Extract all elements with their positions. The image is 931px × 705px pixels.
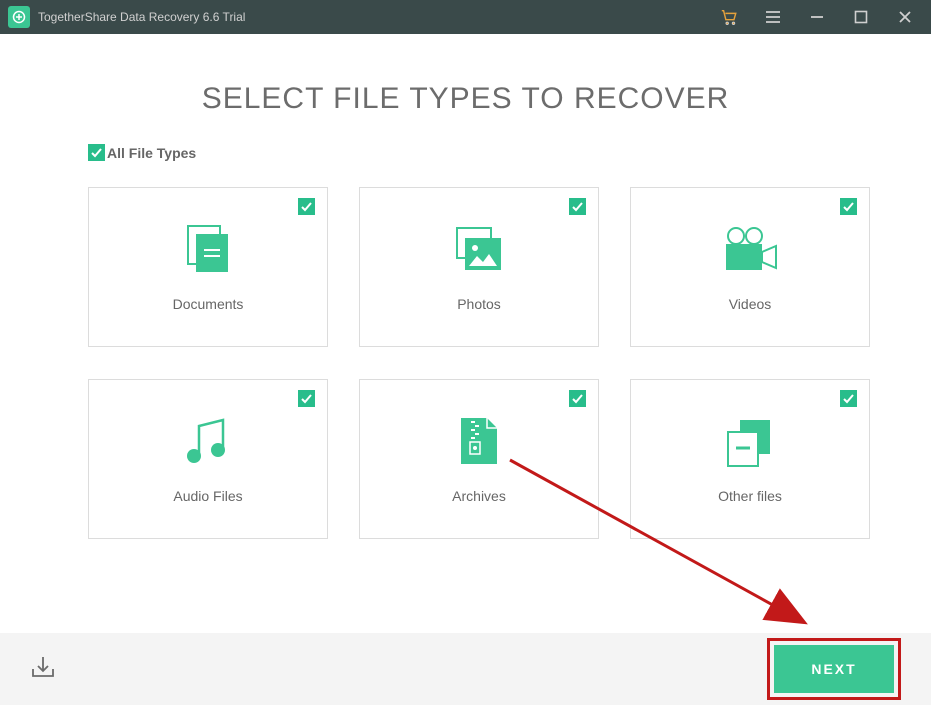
checkbox-icon <box>840 198 857 215</box>
tile-videos[interactable]: Videos <box>630 187 870 347</box>
tile-other[interactable]: Other files <box>630 379 870 539</box>
all-file-types-label: All File Types <box>107 145 196 161</box>
checkbox-icon <box>298 198 315 215</box>
tile-label: Photos <box>457 296 501 312</box>
audio-icon <box>176 414 240 470</box>
tile-archives[interactable]: Archives <box>359 379 599 539</box>
close-button[interactable] <box>883 0 927 34</box>
file-type-grid: Documents Photos Videos <box>88 187 931 539</box>
annotation-highlight: NEXT <box>767 638 901 700</box>
footer-bar: NEXT <box>0 633 931 705</box>
cart-button[interactable] <box>707 0 751 34</box>
checkbox-icon <box>298 390 315 407</box>
all-file-types-toggle[interactable]: All File Types <box>88 144 931 161</box>
photos-icon <box>447 222 511 278</box>
tile-label: Other files <box>718 488 782 504</box>
videos-icon <box>718 222 782 278</box>
app-logo-icon <box>8 6 30 28</box>
next-button-label: NEXT <box>811 661 856 677</box>
titlebar: TogetherShare Data Recovery 6.6 Trial <box>0 0 931 34</box>
checkbox-icon <box>569 390 586 407</box>
maximize-button[interactable] <box>839 0 883 34</box>
documents-icon <box>176 222 240 278</box>
menu-button[interactable] <box>751 0 795 34</box>
tile-audio[interactable]: Audio Files <box>88 379 328 539</box>
tile-documents[interactable]: Documents <box>88 187 328 347</box>
checkbox-icon <box>88 144 105 161</box>
import-button[interactable] <box>30 654 56 685</box>
tile-label: Archives <box>452 488 506 504</box>
next-button[interactable]: NEXT <box>774 645 894 693</box>
tile-label: Videos <box>729 296 772 312</box>
tile-label: Documents <box>173 296 244 312</box>
checkbox-icon <box>569 198 586 215</box>
window-title: TogetherShare Data Recovery 6.6 Trial <box>38 10 245 24</box>
archives-icon <box>447 414 511 470</box>
tile-photos[interactable]: Photos <box>359 187 599 347</box>
tile-label: Audio Files <box>173 488 242 504</box>
other-icon <box>718 414 782 470</box>
page-title: SELECT FILE TYPES TO RECOVER <box>0 82 931 116</box>
minimize-button[interactable] <box>795 0 839 34</box>
checkbox-icon <box>840 390 857 407</box>
